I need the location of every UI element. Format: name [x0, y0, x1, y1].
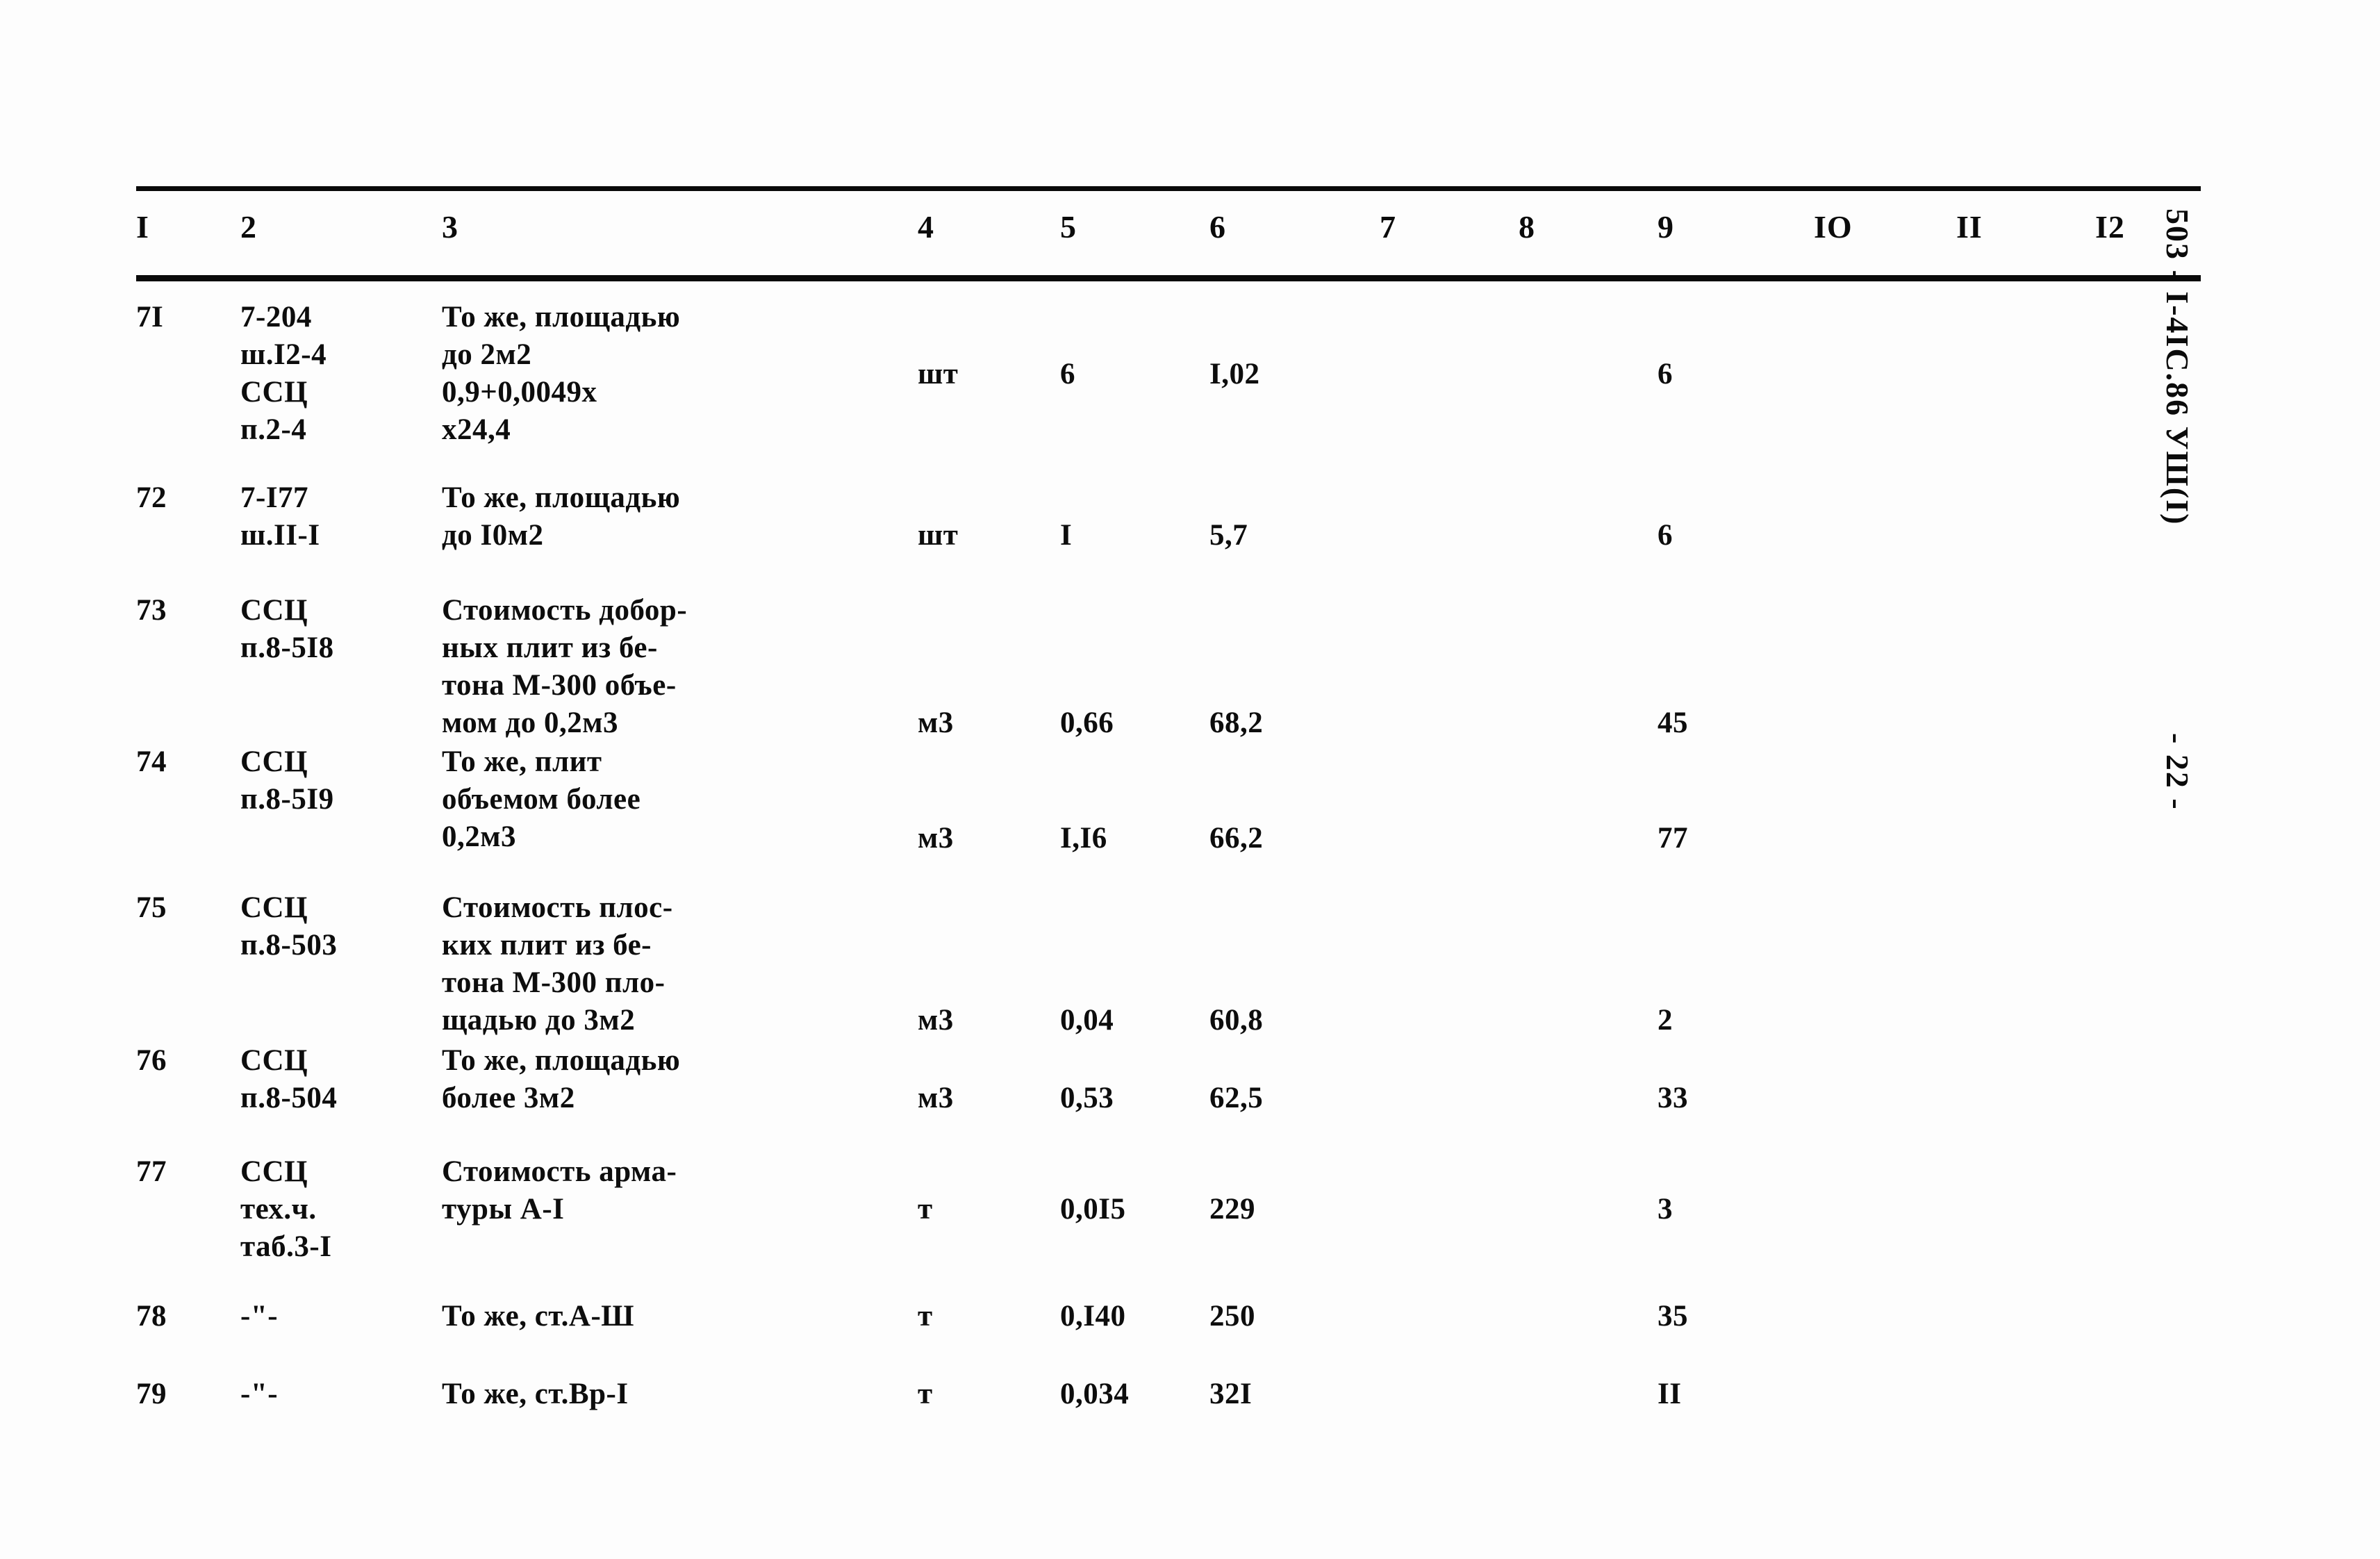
row-code: 7-204 ш.I2-4 ССЦ п.2-4	[240, 301, 327, 446]
row-unit: т	[918, 1300, 933, 1333]
row-unit: т	[918, 1193, 933, 1226]
row-quantity: 0,53	[1060, 1082, 1114, 1114]
row-quantity: 0,I40	[1060, 1300, 1126, 1333]
row-col9: 77	[1658, 822, 1688, 855]
row-description: То же, площадью более 3м2	[442, 1044, 681, 1114]
table-row: 74 ССЦ п.8-5I9 То же, плит объемом более 0…	[136, 743, 2201, 889]
row-code: ССЦ п.8-5I9	[240, 745, 334, 816]
column-header-10: IO	[1814, 209, 1853, 245]
table-column-header-row: I 2 3 4 5 6 7 8 9 IO II I2	[136, 208, 2201, 271]
document-page: I 2 3 4 5 6 7 8 9 IO II I2 7I 7-204 ш.I2-4 ССЦ п.2-4…	[0, 0, 2380, 1559]
row-col9: 35	[1658, 1300, 1688, 1333]
row-quantity: I,I6	[1060, 822, 1107, 855]
margin-document-code: 503 - I-4IC.86 УШ(I)	[2160, 208, 2195, 526]
column-header-12: I2	[2095, 209, 2125, 245]
column-header-7: 7	[1380, 209, 1396, 245]
row-number: 76	[136, 1044, 167, 1077]
row-price: I,02	[1209, 358, 1260, 390]
row-col9: 33	[1658, 1082, 1688, 1114]
row-number: 73	[136, 594, 167, 627]
row-code: -"-	[240, 1378, 279, 1410]
column-header-4: 4	[918, 209, 934, 245]
row-price: 62,5	[1209, 1082, 1264, 1114]
row-price: 250	[1209, 1300, 1255, 1333]
row-description: Стоимость плос- ких плит из бе- тона М-3…	[442, 891, 673, 1037]
row-number: 72	[136, 481, 167, 514]
row-col9: 6	[1658, 519, 1673, 552]
table-row: 76 ССЦ п.8-504 То же, площадью более 3м2 м3…	[136, 1042, 2201, 1153]
row-description: То же, ст.Вр-I	[442, 1378, 629, 1410]
row-col9: 45	[1658, 707, 1688, 739]
row-unit: м3	[918, 707, 954, 739]
column-header-5: 5	[1060, 209, 1077, 245]
table-row: 77 ССЦ тех.ч. таб.3-I Стоимость арма- туры…	[136, 1153, 2201, 1298]
column-header-11: II	[1956, 209, 1983, 245]
table-row: 72 7-I77 ш.II-I То же, площадью до I0м2 шт I…	[136, 479, 2201, 592]
row-quantity: 0,04	[1060, 1004, 1114, 1037]
row-code: ССЦ п.8-5I8	[240, 594, 334, 664]
row-unit: шт	[918, 519, 959, 552]
row-col9: II	[1658, 1378, 1682, 1410]
table-row: 79 -"- То же, ст.Вр-I т 0,034 32I II	[136, 1376, 2201, 1453]
margin-page-number: - 22 -	[2160, 733, 2195, 811]
row-description: То же, площадью до I0м2	[442, 481, 681, 552]
table-top-rule	[136, 186, 2201, 191]
row-unit: шт	[918, 358, 959, 390]
row-price: 229	[1209, 1193, 1255, 1226]
row-description: То же, ст.А-Ш	[442, 1300, 635, 1333]
row-description: То же, площадью до 2м2 0,9+0,0049х х24,4	[442, 301, 681, 446]
table-header-separator-rule	[136, 275, 2201, 281]
column-header-1: I	[136, 209, 149, 245]
row-quantity: 0,034	[1060, 1378, 1130, 1410]
row-code: -"-	[240, 1300, 279, 1333]
row-number: 79	[136, 1378, 167, 1410]
row-description: Стоимость арма- туры А-I	[442, 1155, 677, 1226]
row-code: ССЦ тех.ч. таб.3-I	[240, 1155, 332, 1263]
table-row: 78 -"- То же, ст.А-Ш т 0,I40 250 35	[136, 1298, 2201, 1376]
row-code: 7-I77 ш.II-I	[240, 481, 320, 552]
row-price: 68,2	[1209, 707, 1264, 739]
table-row: 75 ССЦ п.8-503 Стоимость плос- ких плит из…	[136, 889, 2201, 1042]
row-number: 77	[136, 1155, 167, 1188]
table-row: 7I 7-204 ш.I2-4 ССЦ п.2-4 То же, площадью …	[136, 299, 2201, 479]
column-header-6: 6	[1209, 209, 1226, 245]
column-header-9: 9	[1658, 209, 1674, 245]
row-unit: м3	[918, 1082, 954, 1114]
row-code: ССЦ п.8-503	[240, 891, 338, 962]
row-unit: т	[918, 1378, 933, 1410]
row-price: 5,7	[1209, 519, 1248, 552]
row-description: То же, плит объемом более 0,2м3	[442, 745, 641, 853]
column-header-2: 2	[240, 209, 257, 245]
row-col9: 3	[1658, 1193, 1673, 1226]
row-quantity: 0,0I5	[1060, 1193, 1126, 1226]
row-description: Стоимость добор- ных плит из бе- тона М-…	[442, 594, 688, 739]
row-number: 78	[136, 1300, 167, 1333]
row-number: 75	[136, 891, 167, 924]
row-number: 7I	[136, 301, 164, 333]
row-quantity: I	[1060, 519, 1073, 552]
column-header-3: 3	[442, 209, 458, 245]
table-row: 73 ССЦ п.8-5I8 Стоимость добор- ных плит и…	[136, 592, 2201, 743]
row-price: 32I	[1209, 1378, 1253, 1410]
row-number: 74	[136, 745, 167, 778]
table-body: 7I 7-204 ш.I2-4 ССЦ п.2-4 То же, площадью …	[136, 299, 2201, 1453]
row-unit: м3	[918, 822, 954, 855]
row-col9: 6	[1658, 358, 1673, 390]
row-quantity: 6	[1060, 358, 1075, 390]
row-price: 66,2	[1209, 822, 1264, 855]
row-unit: м3	[918, 1004, 954, 1037]
row-code: ССЦ п.8-504	[240, 1044, 338, 1114]
column-header-8: 8	[1519, 209, 1535, 245]
row-price: 60,8	[1209, 1004, 1264, 1037]
row-col9: 2	[1658, 1004, 1673, 1037]
row-quantity: 0,66	[1060, 707, 1114, 739]
